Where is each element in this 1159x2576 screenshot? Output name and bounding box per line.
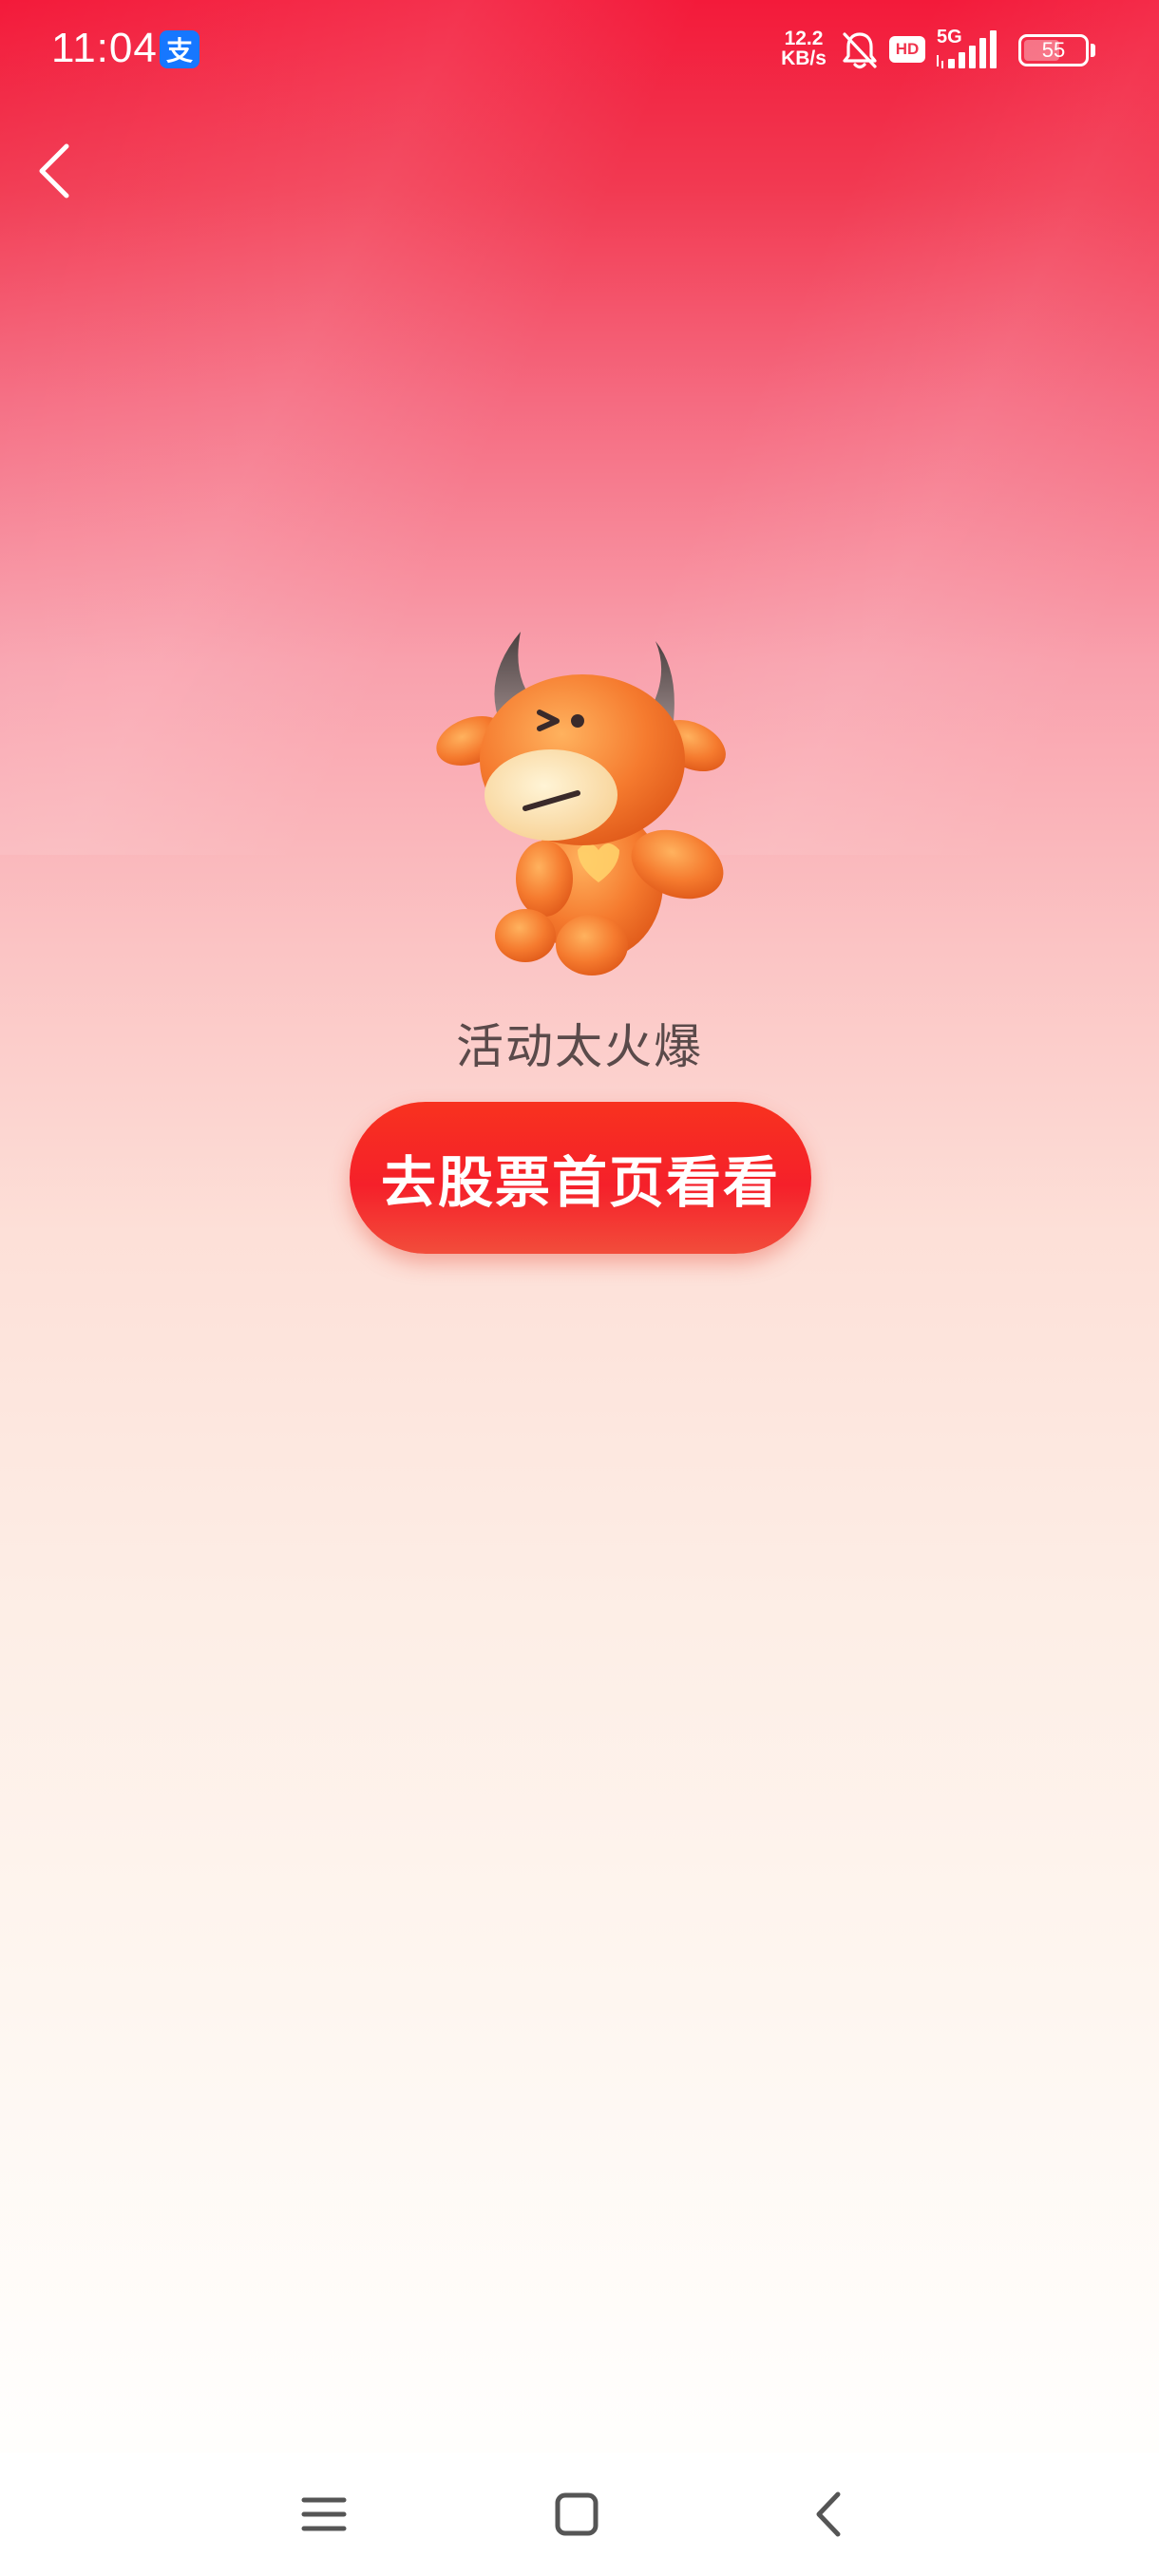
bull-mascot-icon — [436, 632, 726, 975]
battery-tip — [1091, 44, 1095, 57]
network-speed-value: 12.2 — [784, 28, 824, 49]
battery-icon: 55 — [1018, 34, 1089, 66]
signal-icon — [937, 30, 997, 68]
back-button[interactable] — [28, 133, 86, 209]
menu-icon[interactable] — [291, 2481, 357, 2548]
go-stock-home-button[interactable]: 去股票首页看看 — [350, 1102, 811, 1254]
system-nav-bar — [0, 2453, 1159, 2576]
network-speed: 12.2 KB/s — [775, 28, 832, 68]
network-speed-unit: KB/s — [781, 47, 826, 69]
alipay-icon: 支 — [160, 30, 200, 68]
battery-level: 55 — [1041, 38, 1066, 62]
hd-icon: HD — [889, 36, 925, 63]
chevron-left-icon — [39, 143, 69, 199]
bell-muted-icon — [843, 32, 877, 69]
activity-busy-message: 活动太火爆 — [456, 1019, 703, 1074]
back-chevron-icon[interactable] — [796, 2481, 863, 2548]
status-bar: 11:04 支 12.2 KB/s HD 5G 55 — [0, 0, 1159, 104]
home-square-icon[interactable] — [543, 2481, 610, 2548]
status-time: 11:04 — [51, 25, 158, 71]
